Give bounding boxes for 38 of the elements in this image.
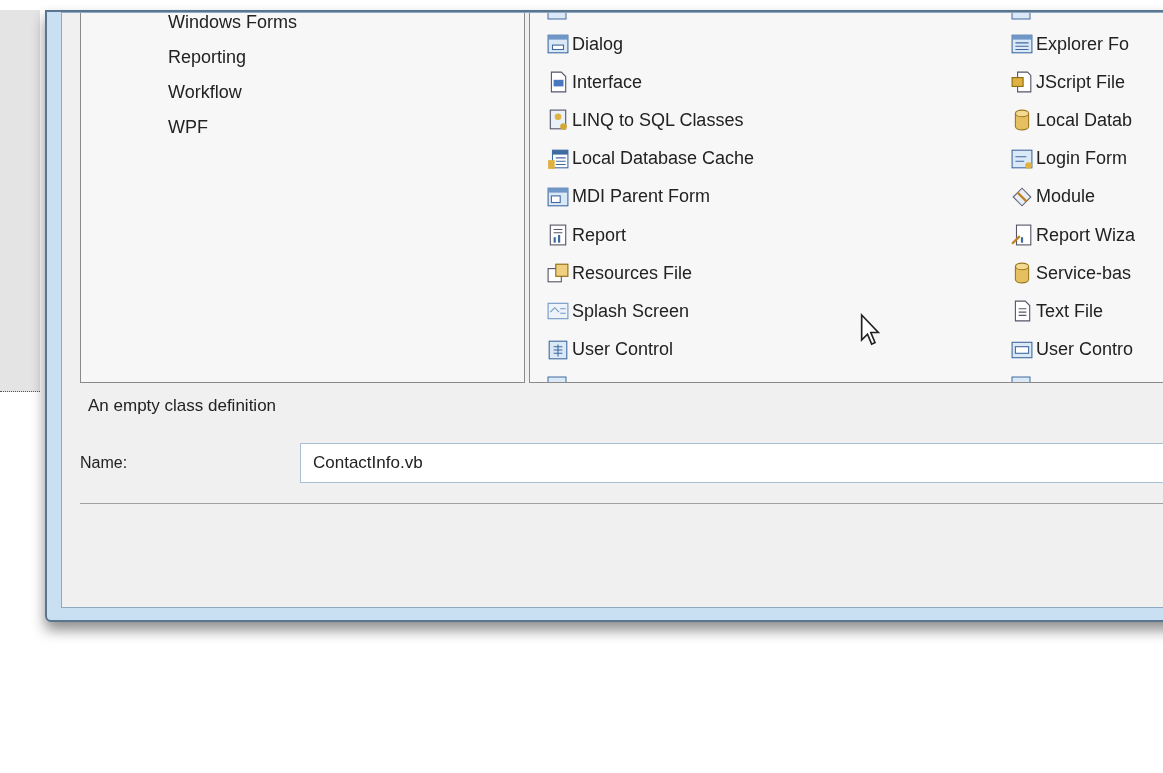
template-item[interactable]: Local Datab [1010, 105, 1134, 136]
login-form-icon [1011, 147, 1033, 170]
name-label: Name: [80, 452, 129, 473]
database-document-icon [547, 109, 569, 132]
module-icon [1011, 185, 1033, 208]
template-item[interactable]: Service-bas [1010, 258, 1133, 289]
template-item[interactable]: JScript File [1010, 67, 1126, 98]
resources-icon [547, 262, 569, 285]
template-item[interactable]: Report Wiza [1010, 220, 1137, 250]
template-item[interactable]: Dialog [546, 29, 625, 59]
template-item[interactable]: LINQ to SQL Classes [546, 105, 745, 136]
category-item[interactable]: Workflow [167, 75, 243, 110]
window-icon [547, 33, 569, 55]
template-item[interactable]: Local Database Cache [546, 143, 756, 174]
template-item[interactable]: Text File [1010, 296, 1105, 327]
control-grid-icon [547, 338, 569, 361]
database-grid-icon [547, 147, 569, 170]
template-item[interactable]: Module [1010, 181, 1097, 212]
template-item[interactable]: User Contro [1010, 334, 1135, 365]
description-text: An empty class definition [88, 395, 277, 417]
report-icon [547, 224, 569, 246]
report-wizard-icon [1011, 224, 1033, 246]
template-item[interactable]: Splash Screen [546, 296, 691, 327]
name-field[interactable]: ContactInfo.vb [300, 442, 1163, 483]
script-file-icon [1011, 71, 1033, 94]
category-item[interactable]: Reporting [167, 40, 248, 75]
category-item[interactable]: WPF [167, 110, 209, 145]
list-window-icon [1011, 33, 1033, 55]
template-item[interactable]: Report [546, 220, 628, 250]
window-icon [547, 185, 569, 208]
template-item[interactable]: MDI Parent Form [546, 181, 712, 212]
template-item[interactable]: User Control [546, 334, 675, 365]
template-item[interactable]: Resources File [546, 258, 694, 289]
mouse-pointer-icon [860, 312, 880, 348]
template-item[interactable]: Login Form [1010, 143, 1129, 174]
category-item[interactable]: Windows Forms [167, 13, 298, 40]
template-item[interactable]: Explorer Fo [1010, 29, 1131, 59]
template-item[interactable]: Interface [546, 67, 644, 98]
